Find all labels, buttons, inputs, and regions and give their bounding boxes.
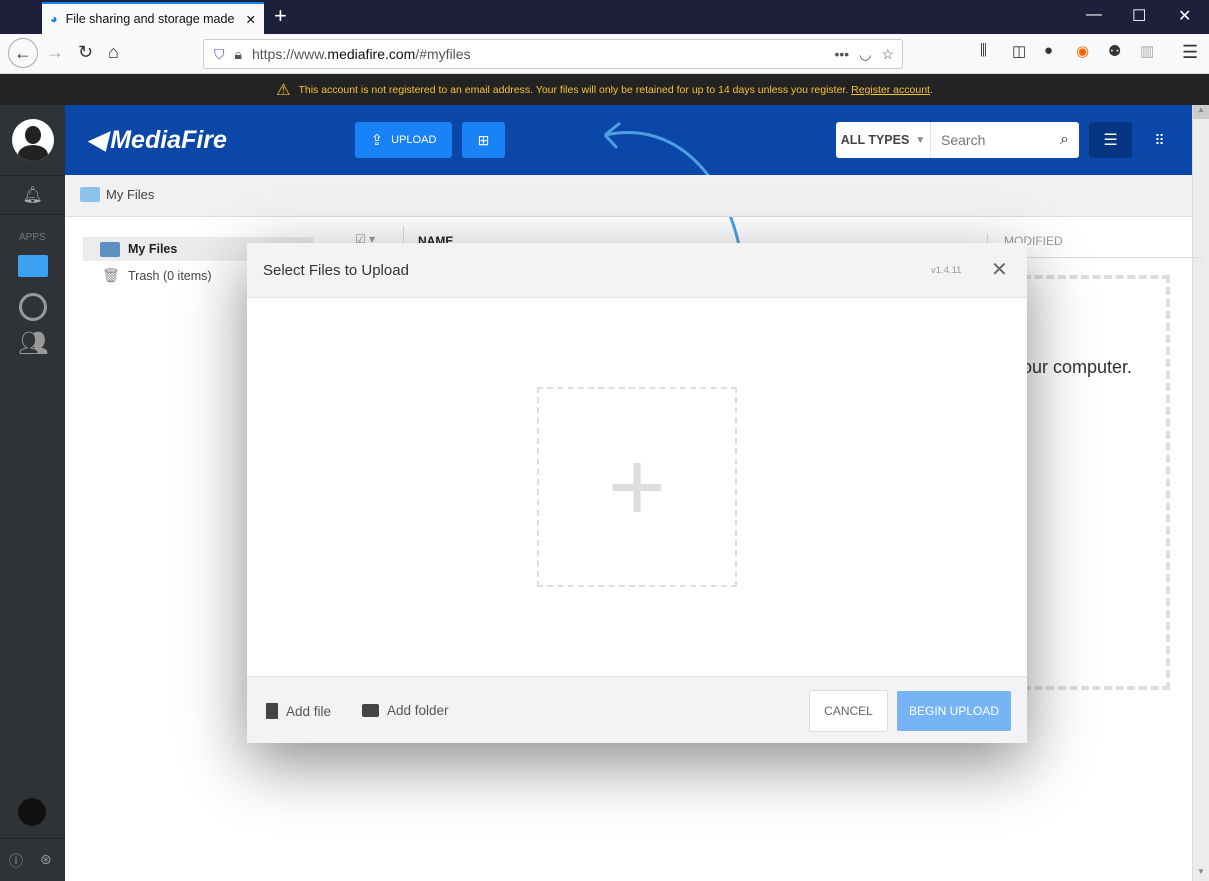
maximize-icon[interactable]: ☐ [1132, 6, 1146, 26]
tree-label: Trash (0 items) [128, 269, 212, 283]
list-icon: ☰ [1103, 132, 1118, 149]
lock-icon: 🔒︎ [234, 45, 242, 62]
extension2-icon[interactable]: ⚉ [1108, 42, 1121, 60]
scrollbar[interactable]: ▲ ▼ [1192, 105, 1209, 881]
close-dialog-icon[interactable]: ✕ [991, 257, 1008, 282]
register-account-link[interactable]: Register account [851, 84, 930, 96]
left-sidebar: 🔔︎ APPS 👥︎ ⓘ ⊛ [0, 105, 65, 881]
flame-logo-icon: ◀ [87, 126, 107, 154]
bookmark-star-icon[interactable]: ☆ [881, 46, 894, 63]
extension-icon[interactable]: ◉ [1076, 42, 1089, 60]
breadcrumb-my-files[interactable]: My Files [80, 187, 154, 202]
list-view-button[interactable]: ☰ [1089, 122, 1132, 158]
apps-label: APPS [19, 232, 46, 243]
my-files-app-icon[interactable] [18, 255, 48, 277]
folder-plus-icon: ⊞ [477, 131, 490, 148]
sidebar-icon[interactable]: ◫ [1012, 42, 1026, 60]
plus-icon: + [607, 430, 667, 543]
scroll-down-icon[interactable]: ▼ [1193, 867, 1209, 881]
url-text: https://www.mediafire.com/#myfiles [251, 46, 471, 62]
search-input[interactable] [941, 132, 1051, 148]
storage-gauge-icon [18, 798, 46, 826]
close-window-icon[interactable]: ✕ [1178, 6, 1191, 26]
folder-icon [80, 187, 100, 202]
warning-text: This account is not registered to an ema… [298, 83, 933, 96]
warning-icon: ⚠ [276, 81, 291, 99]
tree-label: My Files [128, 242, 178, 256]
contacts-icon[interactable]: 👥︎ [18, 329, 48, 358]
mediafire-logo[interactable]: ◀ MediaFire [87, 125, 227, 155]
file-plus-icon [266, 703, 278, 719]
new-tab-icon[interactable]: + [274, 3, 287, 29]
version-label: v1.4.11 [931, 265, 962, 276]
reload-icon[interactable]: ↻ [78, 42, 93, 63]
help-icon[interactable]: ⊛ [40, 851, 52, 868]
upload-icon: ⇪ [370, 132, 384, 149]
back-icon[interactable]: ← [8, 38, 38, 68]
mediafire-favicon-icon: ◕ [50, 12, 58, 26]
shield-icon: ⛉ [214, 45, 225, 62]
new-folder-button[interactable]: ⊞ [462, 122, 505, 158]
avatar[interactable] [12, 119, 54, 161]
add-folder-button[interactable]: Add folder [362, 703, 449, 718]
browser-tab-bar: ◕ File sharing and storage made s ✕ + — … [0, 0, 1209, 34]
browser-tab[interactable]: ◕ File sharing and storage made s ✕ [42, 2, 264, 34]
menu-icon[interactable]: ☰ [1182, 42, 1198, 63]
dialog-header: Select Files to Upload v1.4.11 ✕ [247, 243, 1027, 298]
more-icon[interactable]: ••• [835, 46, 850, 62]
search-box: ALL TYPES▼ ⌕ [836, 122, 1079, 158]
add-file-button[interactable]: Add file [266, 703, 331, 719]
home-icon[interactable]: ⌂ [108, 42, 119, 63]
minimize-icon[interactable]: — [1086, 6, 1102, 24]
cancel-button[interactable]: CANCEL [809, 690, 888, 732]
dialog-title: Select Files to Upload [263, 262, 409, 279]
dropdown-caret-icon: ▼ [915, 134, 926, 146]
info-icon[interactable]: ⓘ [9, 851, 23, 871]
grid-icon: ⠿ [1154, 131, 1165, 148]
file-type-filter[interactable]: ALL TYPES ▼ [836, 122, 931, 158]
add-files-dropzone[interactable]: + [537, 387, 737, 587]
notifications-bell-icon[interactable]: 🔔︎ [0, 175, 65, 215]
url-bar[interactable]: ⛉ 🔒︎ https://www.mediafire.com/#myfiles … [203, 39, 903, 69]
folder-plus-icon [362, 704, 379, 717]
recent-clock-icon[interactable] [19, 293, 47, 321]
dialog-footer: Add file Add folder CANCEL BEGIN UPLOAD [247, 676, 1027, 743]
warning-banner: ⚠ This account is not registered to an e… [0, 74, 1209, 105]
search-icon[interactable]: ⌕ [1060, 131, 1069, 149]
breadcrumb: My Files [65, 175, 1192, 217]
browser-toolbar: ← → ↻ ⌂ ⛉ 🔒︎ https://www.mediafire.com/#… [0, 34, 1209, 74]
upload-button[interactable]: ⇪ UPLOAD [355, 122, 452, 158]
upload-dialog: Select Files to Upload v1.4.11 ✕ + Add f… [247, 243, 1027, 743]
pocket-icon[interactable]: ◡ [859, 46, 871, 63]
begin-upload-button[interactable]: BEGIN UPLOAD [897, 691, 1011, 731]
folder-icon [100, 242, 120, 257]
forward-icon[interactable]: → [46, 42, 64, 63]
close-tab-icon[interactable]: ✕ [246, 12, 256, 27]
grid-view-button[interactable]: ⠿ [1138, 122, 1181, 158]
trash-icon: 🗑︎ [102, 267, 120, 283]
tab-title: File sharing and storage made s [65, 12, 238, 26]
reader-icon[interactable]: ▥ [1140, 42, 1154, 60]
library-icon[interactable]: ⫼ [980, 42, 987, 59]
account-icon[interactable]: ● [1044, 42, 1053, 59]
app-header: ◀MediaFire ⇪UPLOAD ⊞ ALL TYPES▼ ⌕ ☰ ⠿ [65, 105, 1192, 251]
scroll-up-icon[interactable]: ▲ [1193, 105, 1209, 119]
drop-zone-text: our computer. [1022, 357, 1133, 377]
